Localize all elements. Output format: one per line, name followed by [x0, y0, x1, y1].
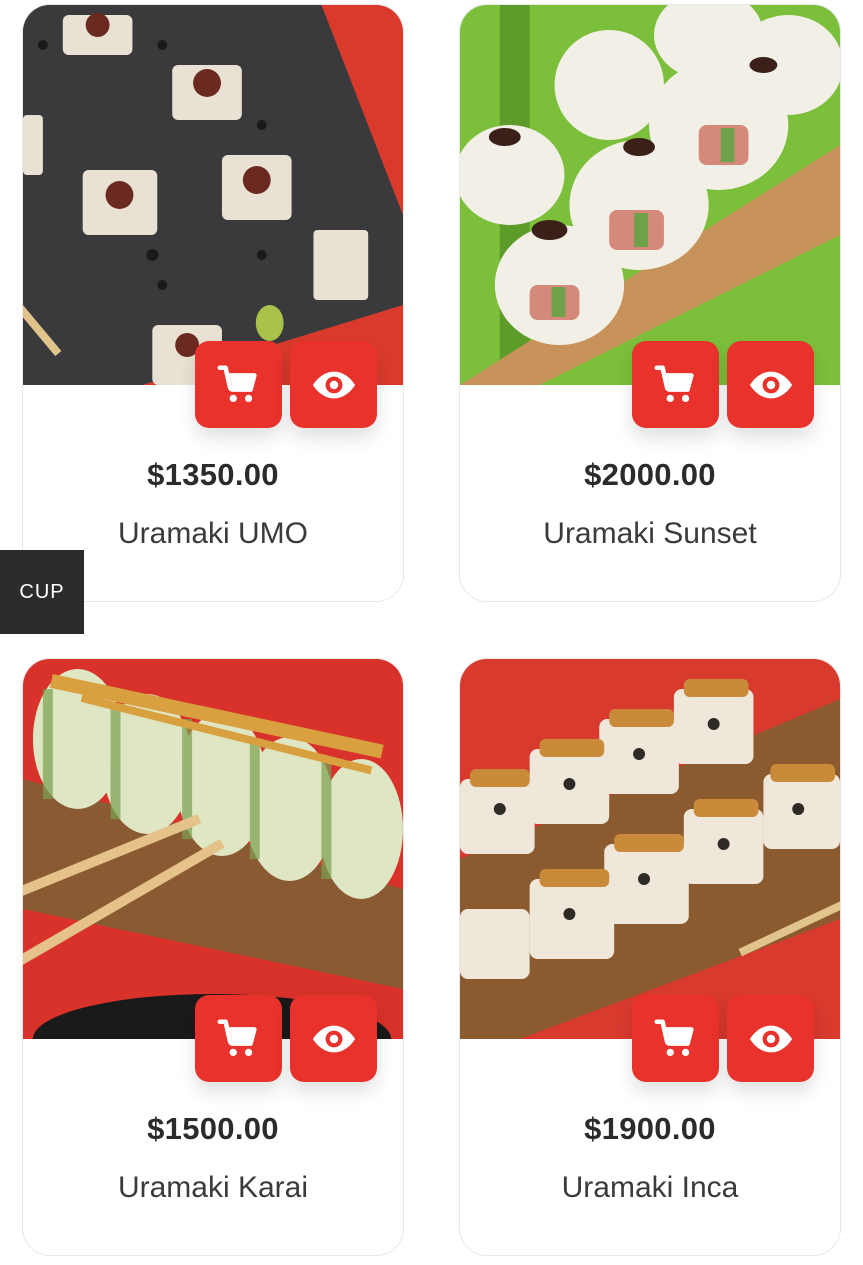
- quick-view-button[interactable]: [727, 995, 814, 1082]
- cart-icon: [217, 364, 257, 402]
- add-to-cart-button[interactable]: [632, 995, 719, 1082]
- product-price: $1350.00: [147, 457, 279, 492]
- product-grid: $1350.00 Uramaki UMO $2000.00 Uramaki Su…: [0, 0, 863, 1265]
- product-price: $1500.00: [147, 1111, 279, 1146]
- product-card[interactable]: $2000.00 Uramaki Sunset: [459, 4, 841, 602]
- product-name[interactable]: Uramaki Inca: [460, 1171, 840, 1205]
- product-image[interactable]: [23, 659, 403, 1039]
- add-to-cart-button[interactable]: [632, 341, 719, 428]
- add-to-cart-button[interactable]: [195, 341, 282, 428]
- product-name[interactable]: Uramaki Karai: [23, 1171, 403, 1205]
- product-image[interactable]: [460, 5, 840, 385]
- card-actions: [195, 995, 377, 1082]
- cart-icon: [654, 1018, 694, 1056]
- card-actions: [632, 995, 814, 1082]
- eye-icon: [312, 1025, 355, 1052]
- product-card[interactable]: $1900.00 Uramaki Inca: [459, 658, 841, 1256]
- product-image[interactable]: [23, 5, 403, 385]
- eye-icon: [749, 1025, 792, 1052]
- quick-view-button[interactable]: [290, 995, 377, 1082]
- add-to-cart-button[interactable]: [195, 995, 282, 1082]
- eye-icon: [312, 371, 355, 398]
- quick-view-button[interactable]: [727, 341, 814, 428]
- product-card[interactable]: $1350.00 Uramaki UMO: [22, 4, 404, 602]
- product-price: $2000.00: [584, 457, 716, 492]
- quick-view-button[interactable]: [290, 341, 377, 428]
- product-card[interactable]: $1500.00 Uramaki Karai: [22, 658, 404, 1256]
- cart-icon: [654, 364, 694, 402]
- product-name[interactable]: Uramaki Sunset: [460, 517, 840, 551]
- card-actions: [195, 341, 377, 428]
- cart-icon: [217, 1018, 257, 1056]
- product-image[interactable]: [460, 659, 840, 1039]
- product-name[interactable]: Uramaki UMO: [23, 517, 403, 551]
- product-price: $1900.00: [584, 1111, 716, 1146]
- card-actions: [632, 341, 814, 428]
- cup-side-tab[interactable]: CUP: [0, 550, 84, 634]
- eye-icon: [749, 371, 792, 398]
